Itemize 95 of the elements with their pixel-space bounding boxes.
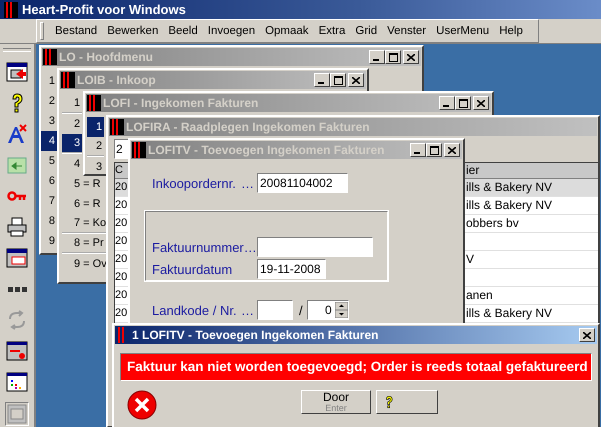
close-icon: [583, 332, 591, 338]
menu-option[interactable]: 2: [62, 114, 82, 134]
menu-item[interactable]: Grid: [350, 25, 382, 37]
menu-option[interactable]: 6 = R: [62, 194, 103, 214]
field-label: Faktuurdatum: [152, 262, 232, 276]
app-logo-icon: [4, 2, 18, 18]
chart-icon[interactable]: [6, 371, 28, 393]
maximize-button[interactable]: [385, 50, 401, 64]
app-title: Heart-Profit voor Windows: [22, 2, 186, 17]
menu-option[interactable]: 5: [41, 151, 57, 171]
window-title: LOFIRA - Raadplegen Ingekomen Fakturen: [126, 120, 371, 134]
menu-option[interactable]: 3: [41, 111, 57, 131]
window-logo-icon: [87, 95, 101, 111]
menu-item[interactable]: Beeld: [163, 25, 203, 37]
close-icon: [448, 146, 456, 154]
maximize-button[interactable]: [330, 73, 346, 87]
window-logo-icon: [132, 142, 146, 158]
close-icon: [407, 54, 415, 60]
menu-option[interactable]: 2: [41, 91, 57, 111]
menu-option[interactable]: 4: [41, 131, 57, 151]
menu-option[interactable]: 3: [87, 157, 104, 177]
input-field[interactable]: 20081104002: [257, 173, 348, 193]
menu-option[interactable]: 8: [41, 211, 57, 231]
window-logo-icon: [61, 72, 75, 88]
menu-item[interactable]: UserMenu: [431, 25, 494, 37]
close-icon: [477, 100, 485, 106]
table-cell-text: 20: [115, 270, 128, 285]
menu-option[interactable]: 2: [87, 137, 104, 157]
window-title: LOFI - Ingekomen Fakturen: [103, 96, 260, 110]
table-cell-text: 20: [115, 306, 128, 321]
window-logo-icon: [110, 119, 124, 135]
menu-item[interactable]: Help: [494, 25, 528, 37]
table-cell-text: 20: [115, 216, 128, 231]
printer-icon[interactable]: [6, 216, 28, 238]
column-header[interactable]: C: [115, 163, 128, 178]
minimize-button[interactable]: [314, 73, 330, 87]
menu-option[interactable]: 1: [87, 117, 104, 137]
window-icon[interactable]: [6, 247, 28, 269]
menu-item[interactable]: Bewerken: [102, 25, 164, 37]
menu-item[interactable]: Venster: [382, 25, 432, 37]
maximize-icon: [458, 98, 468, 108]
table-cell-text: 20: [115, 180, 128, 195]
minimize-button[interactable]: [369, 50, 385, 64]
input-field[interactable]: [257, 300, 293, 320]
close-button[interactable]: [348, 73, 364, 87]
maximize-icon: [388, 52, 398, 62]
error-message: Faktuur kan niet worden toegevoegd; Order is reeds totaal gefaktureerd: [120, 353, 592, 381]
field-label: Landkode / Nr.: [152, 302, 237, 318]
number-spinner[interactable]: 0: [306, 300, 349, 320]
table-cell-text: 20: [115, 234, 128, 249]
close-button[interactable]: [473, 96, 489, 110]
field-label: Inkoopordernr.: [152, 176, 236, 190]
help-button[interactable]: [376, 390, 438, 414]
field-label: …: [241, 176, 254, 190]
menu-option[interactable]: 4: [62, 154, 82, 174]
maximize-button[interactable]: [426, 143, 442, 157]
menu-item[interactable]: Bestand: [50, 25, 102, 37]
input-field[interactable]: 19-11-2008: [257, 259, 326, 279]
window-title: LOIB - Inkoop: [77, 73, 157, 87]
input-field[interactable]: 2: [114, 139, 128, 159]
spin-down-icon[interactable]: [334, 310, 348, 318]
dialog-title: 1 LOFITV - Toevoegen Ingekomen Fakturen: [132, 328, 380, 342]
window-title: LO - Hoofdmenu: [59, 50, 154, 64]
menu-item[interactable]: Extra: [314, 25, 350, 37]
table-cell-text: 20: [115, 252, 128, 267]
font-delete-icon[interactable]: [6, 123, 28, 145]
menu-option[interactable]: 5 = R: [62, 174, 103, 194]
field-label: …: [241, 302, 254, 318]
menu-option[interactable]: 7: [41, 191, 57, 211]
close-icon: [352, 76, 360, 84]
close-button[interactable]: [403, 50, 419, 64]
maximize-button[interactable]: [455, 96, 471, 110]
minimize-button[interactable]: [410, 143, 426, 157]
window-logo-icon: [43, 49, 57, 65]
menu-item[interactable]: Invoegen: [202, 25, 260, 37]
field-label: Faktuurnummer…: [152, 240, 257, 254]
window-icon[interactable]: [6, 340, 28, 362]
spin-up-icon[interactable]: [334, 302, 348, 310]
continue-button[interactable]: Door Enter: [301, 390, 371, 414]
menu-option[interactable]: 9 = Ov: [62, 254, 109, 274]
error-icon: [127, 390, 157, 420]
minimize-button[interactable]: [439, 96, 455, 110]
close-button[interactable]: [444, 143, 460, 157]
maximize-icon: [334, 76, 342, 84]
menu-item[interactable]: Opmaak: [260, 25, 314, 37]
menu-option[interactable]: 9: [41, 231, 57, 251]
maximize-icon: [430, 146, 438, 154]
menu-option[interactable]: 1: [41, 71, 57, 91]
separator-text: /: [299, 302, 303, 318]
menu-option[interactable]: 6: [41, 171, 57, 191]
input-field[interactable]: [257, 237, 373, 257]
menu-option[interactable]: 3: [62, 134, 82, 154]
table-cell-text: 20: [115, 198, 128, 213]
table-cell-text: 20: [115, 288, 128, 303]
close-button[interactable]: [579, 328, 595, 342]
